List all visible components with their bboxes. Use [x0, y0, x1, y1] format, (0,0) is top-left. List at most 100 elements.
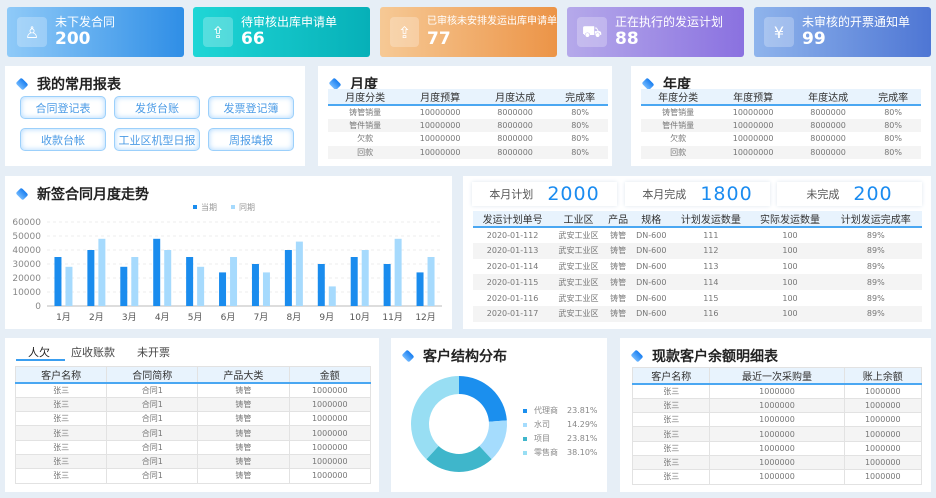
table-row[interactable]: 2020-01-116 武安工业区 铸管 DN-600 115 100 89%	[473, 290, 922, 306]
legend-swatch	[193, 205, 197, 209]
bar-同期[interactable]	[197, 266, 205, 306]
bar-当期[interactable]	[87, 250, 95, 306]
bar-当期[interactable]	[153, 238, 161, 306]
table-cell: 8000000	[497, 107, 533, 117]
bar-当期[interactable]	[317, 264, 325, 306]
bar-同期[interactable]	[427, 257, 435, 306]
table-row[interactable]: 2020-01-113 武安工业区 铸管 DN-600 112 100 89%	[473, 242, 922, 259]
bar-同期[interactable]	[394, 238, 402, 306]
table-row[interactable]: 张三 合同1 铸管 1000000	[14, 468, 372, 484]
kpi-card[interactable]: ⛟ 正在执行的发运计划 88	[567, 7, 744, 57]
outbox-icon: ⇪	[390, 17, 419, 47]
report-button[interactable]: 工业区机型日报	[114, 128, 200, 151]
y-tick-label: 40000	[12, 246, 41, 256]
table-row[interactable]: 2020-01-114 武安工业区 铸管 DN-600 113 100 89%	[473, 259, 922, 275]
table-row[interactable]: 张三 合同1 铸管 1000000	[14, 382, 372, 398]
bar-当期[interactable]	[219, 272, 227, 306]
legend-swatch	[523, 408, 527, 413]
bar-同期[interactable]	[65, 266, 73, 306]
table-row[interactable]: 张三 1000000 1000000	[631, 426, 923, 442]
bar-当期[interactable]	[383, 264, 391, 306]
bar-当期[interactable]	[120, 266, 128, 306]
kpi-card[interactable]: ⇪ 已审核未安排发运出库申请单 77	[380, 7, 557, 57]
table-row[interactable]: 2020-01-117 武安工业区 铸管 DN-600 116 100 89%	[473, 305, 922, 322]
table-cell: 张三	[14, 425, 108, 441]
table-row[interactable]: 张三 1000000 1000000	[631, 383, 923, 399]
x-tick-label: 12月	[415, 312, 435, 323]
tab-0[interactable]: 人欠	[28, 344, 50, 360]
donut-slice[interactable]	[426, 445, 492, 472]
kpi-label: 未下发合同	[55, 15, 116, 29]
table-row[interactable]: 回款 10000000 8000000 80%	[328, 145, 608, 159]
donut-slice[interactable]	[411, 376, 459, 460]
table-row[interactable]: 张三 1000000 1000000	[631, 440, 923, 456]
bar-同期[interactable]	[295, 241, 303, 306]
legend-label: 代理商	[534, 406, 558, 415]
bar-当期[interactable]	[186, 257, 194, 306]
bar-同期[interactable]	[131, 257, 139, 306]
bar-当期[interactable]	[54, 257, 62, 306]
legend-label: 零售商	[534, 448, 558, 457]
tab-2[interactable]: 未开票	[137, 344, 170, 360]
table-cell: 1000000	[288, 425, 372, 441]
table-row[interactable]: 管件销量 10000000 8000000 80%	[328, 118, 608, 132]
table-cell: 8000000	[477, 145, 553, 159]
table-row[interactable]: 回款 10000000 8000000 80%	[641, 145, 921, 159]
table-row[interactable]: 欠款 10000000 8000000 80%	[641, 132, 921, 146]
table-cell: 8000000	[497, 134, 533, 144]
table-cell: 铸管销量	[662, 107, 695, 117]
table-cell: 116	[671, 305, 751, 322]
table-row[interactable]: 张三 合同1 铸管 1000000	[14, 396, 372, 413]
tab-1[interactable]: 应收账款	[71, 344, 115, 360]
donut-slice[interactable]	[459, 376, 507, 422]
truck-icon: ⛟	[577, 17, 607, 47]
bar-当期[interactable]	[284, 250, 292, 306]
table-row[interactable]: 张三 1000000 1000000	[631, 397, 923, 414]
debts-table: 客户名称 合同简称 产品大类 金额 张三 合同1 铸管 1000000 张三 合同1 铸管 10000…	[14, 366, 372, 484]
table-row[interactable]: 铸管销量 10000000 8000000 80%	[641, 105, 921, 119]
bar-当期[interactable]	[251, 264, 259, 306]
table-row[interactable]: 张三 1000000 1000000	[631, 412, 923, 428]
bar-同期[interactable]	[164, 250, 172, 306]
table-cell: DN-600	[631, 274, 672, 291]
legend-swatch	[231, 205, 235, 209]
table-cell: 合同1	[106, 453, 199, 470]
kpi-card[interactable]: ¥ 未审核的开票通知单 99	[754, 7, 931, 57]
table-cell: 1000000	[288, 411, 372, 427]
table-cell: 铸管	[197, 468, 290, 484]
bar-当期[interactable]	[350, 257, 358, 306]
kpi-card[interactable]: ♙ 未下发合同 200	[7, 7, 184, 57]
table-row[interactable]: 2020-01-112 武安工业区 铸管 DN-600 111 100 89%	[473, 227, 922, 243]
table-row[interactable]: 张三 1000000 1000000	[631, 454, 923, 471]
bar-chart: 0 10000 20000 30000 40000 50000 60000 1月 2月 3月 4月 5…	[12, 202, 442, 323]
report-button[interactable]: 收款台帐	[20, 128, 106, 151]
table-row[interactable]: 张三 合同1 铸管 1000000	[14, 439, 372, 455]
table-row[interactable]: 铸管销量 10000000 8000000 80%	[328, 105, 608, 119]
table-row[interactable]: 张三 合同1 铸管 1000000	[14, 453, 372, 470]
table-row[interactable]: 张三 1000000 1000000	[631, 469, 923, 485]
table-row[interactable]: 2020-01-115 武安工业区 铸管 DN-600 114 100 89%	[473, 274, 922, 291]
donut-chart	[411, 376, 507, 472]
bar-同期[interactable]	[98, 238, 106, 306]
table-header: 月度分类 月度预算 月度达成 完成率	[328, 89, 608, 106]
table-cell: 铸管	[197, 425, 290, 441]
report-button[interactable]: 周报填报	[208, 128, 294, 151]
report-button[interactable]: 发货台账	[114, 96, 200, 119]
table-cell: 张三	[631, 454, 711, 471]
table-row[interactable]: 张三 合同1 铸管 1000000	[14, 425, 372, 441]
bar-当期[interactable]	[416, 272, 424, 306]
kpi-card[interactable]: ⇪ 待审核出库申请单 66	[193, 7, 370, 57]
bar-同期[interactable]	[262, 272, 270, 306]
table-cell: 欠款	[357, 134, 374, 144]
table-row[interactable]: 张三 合同1 铸管 1000000	[14, 411, 372, 427]
table-row[interactable]: 欠款 10000000 8000000 80%	[328, 132, 608, 146]
bar-同期[interactable]	[361, 250, 369, 306]
table-row[interactable]: 管件销量 10000000 8000000 80%	[641, 118, 921, 132]
stat-value: 1800	[700, 183, 753, 205]
y-tick-label: 0	[35, 302, 41, 312]
bar-同期[interactable]	[328, 286, 336, 306]
bar-同期[interactable]	[230, 257, 238, 306]
report-button[interactable]: 合同登记表	[20, 96, 106, 119]
report-button[interactable]: 发票登记簿	[208, 96, 294, 119]
table-cell: 100	[782, 293, 798, 303]
